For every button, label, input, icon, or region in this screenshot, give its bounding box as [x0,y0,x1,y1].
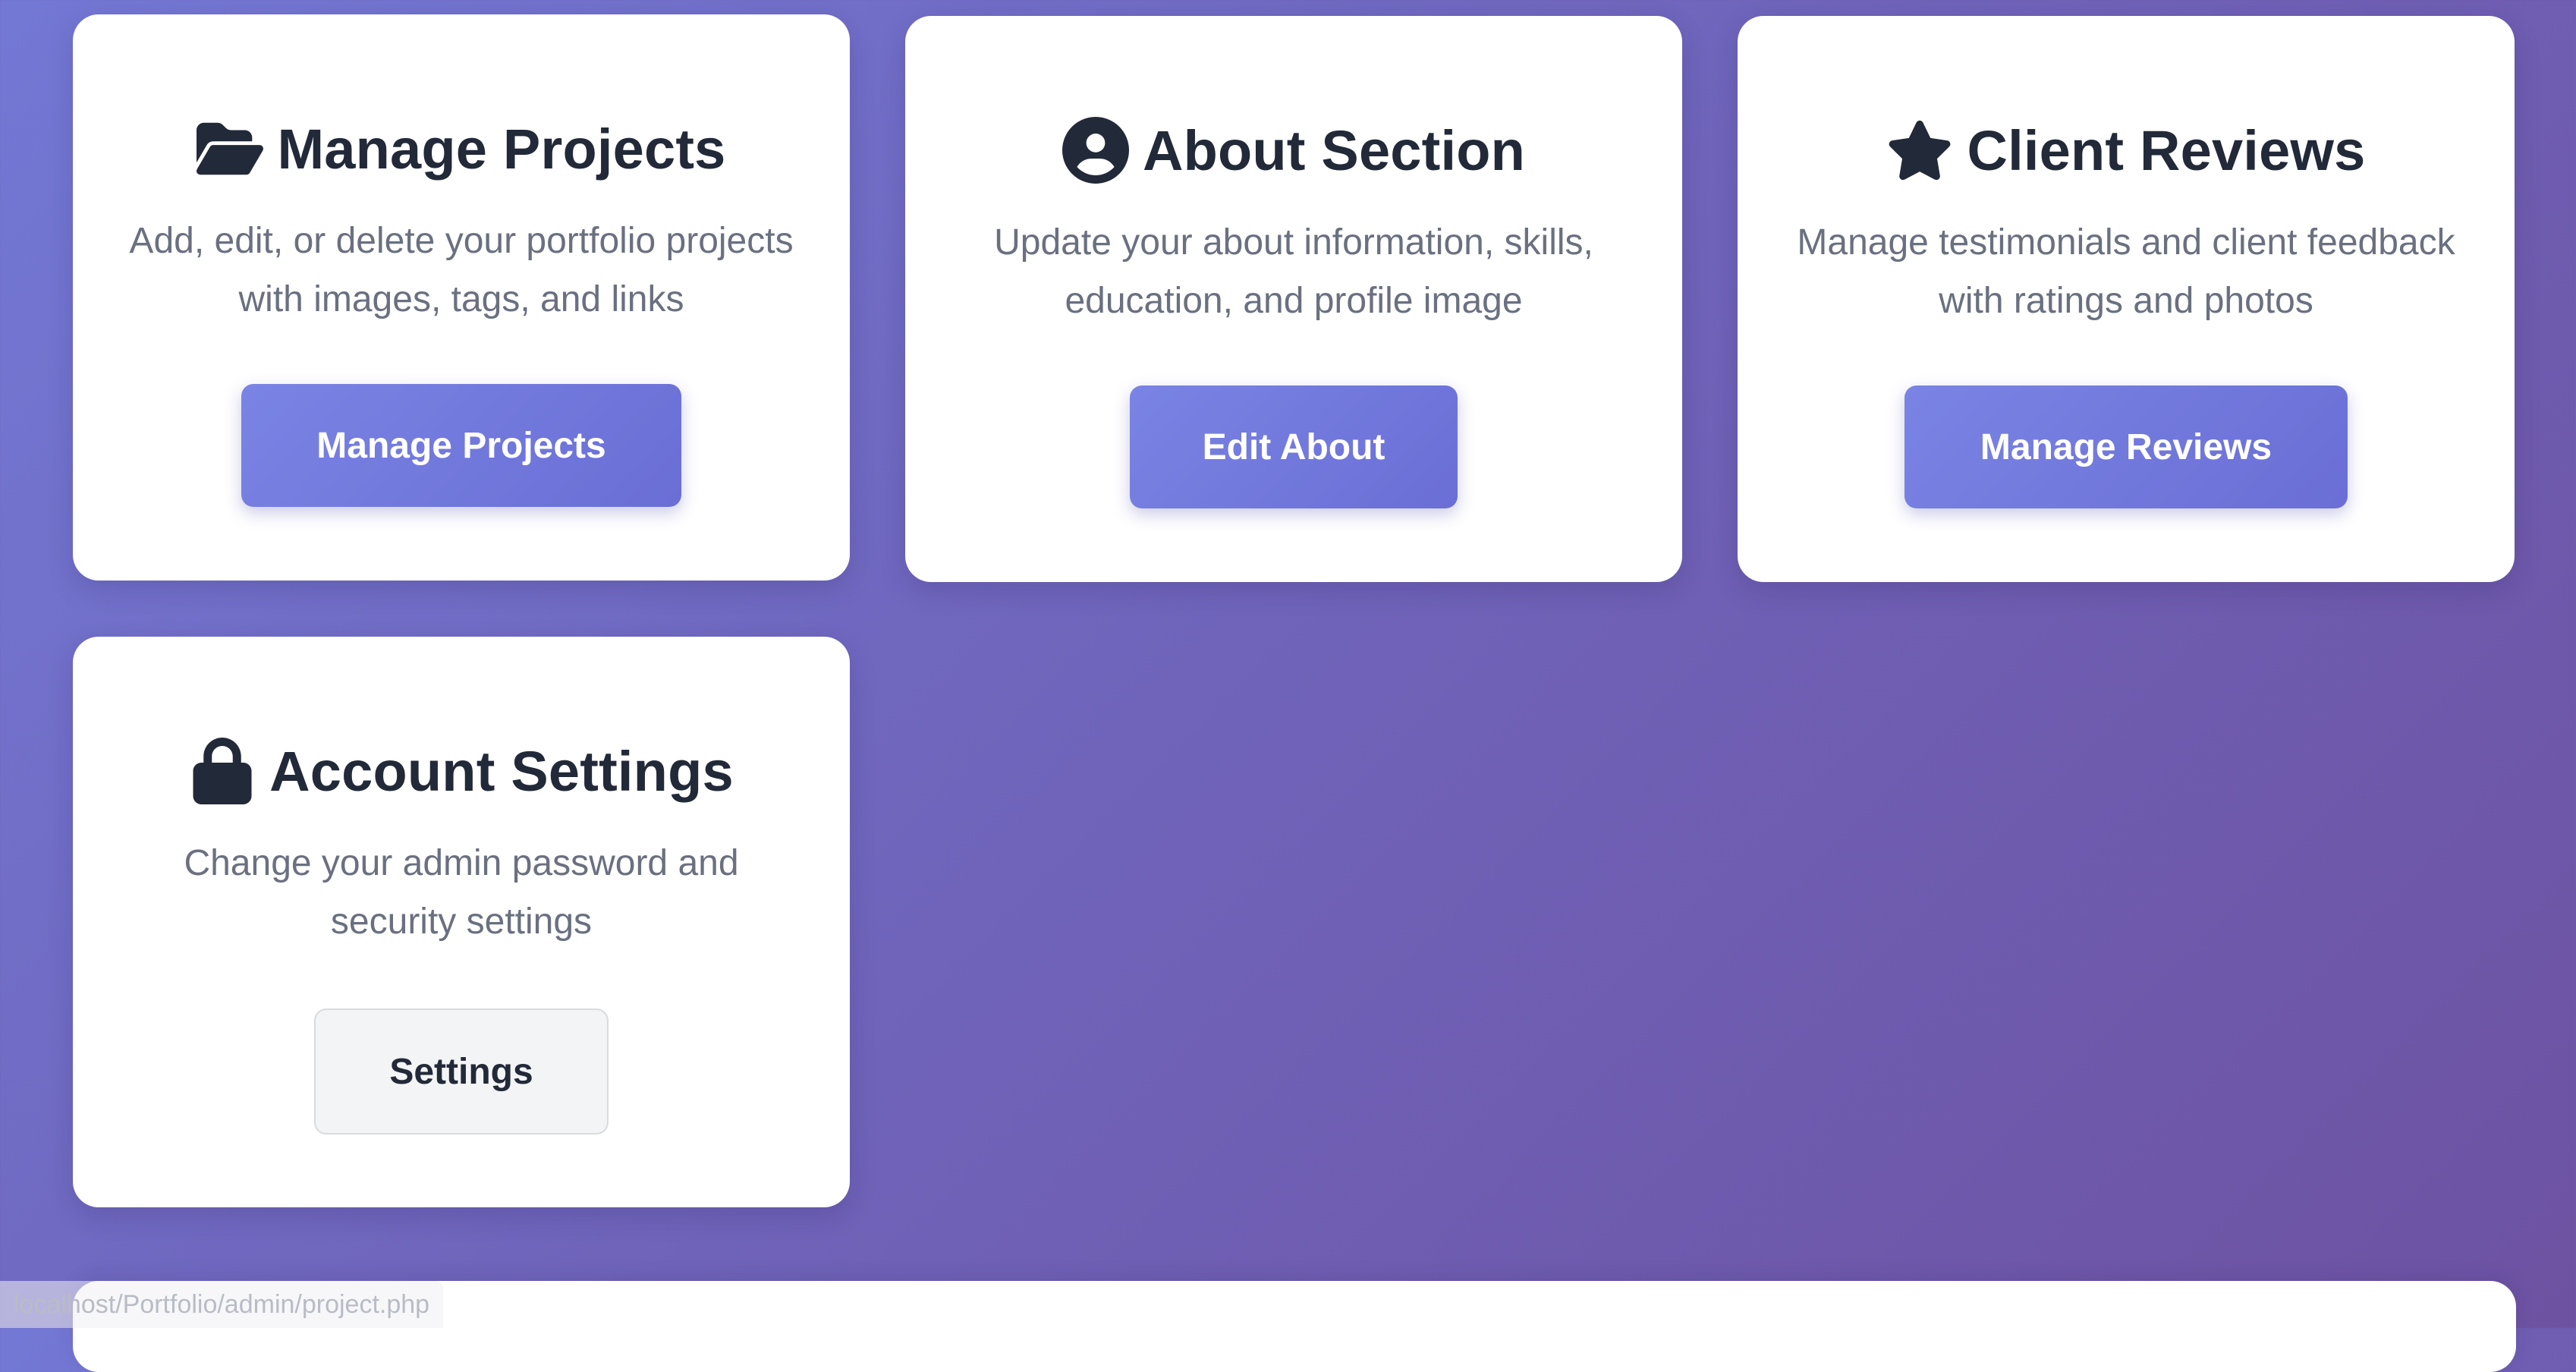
manage-projects-button[interactable]: Manage Projects [241,384,681,507]
card-title-text: Account Settings [269,739,734,803]
card-title-text: Client Reviews [1967,118,2366,182]
folder-open-icon [197,115,264,182]
card-title-text: About Section [1142,118,1526,182]
card-description: Add, edit, or delete your portfolio proj… [129,221,794,319]
card-manage-projects: Manage Projects Add, edit, or delete you… [73,14,850,581]
card-about-section: About Section Update your about informat… [905,16,1682,582]
card-description: Change your admin password and security … [184,843,739,942]
status-bar-url: localhost/Portfolio/admin/project.php [0,1281,444,1328]
card-title: Manage Projects [197,107,725,190]
star-icon [1886,117,1953,184]
settings-button[interactable]: Settings [314,1009,609,1134]
card-title: Client Reviews [1886,109,2365,192]
card-title-text: Manage Projects [277,117,726,181]
card-client-reviews: Client Reviews Manage testimonials and c… [1738,16,2515,582]
card-account-settings: Account Settings Change your admin passw… [73,637,850,1207]
manage-reviews-button[interactable]: Manage Reviews [1904,385,2348,508]
card-title: About Section [1062,109,1525,192]
card-title: Account Settings [189,729,734,813]
lock-icon [189,738,256,804]
edit-about-button[interactable]: Edit About [1130,385,1458,508]
card-description: Manage testimonials and client feedback … [1797,222,2455,321]
card-description: Update your about information, skills, e… [994,222,1593,321]
user-circle-icon [1062,117,1129,184]
